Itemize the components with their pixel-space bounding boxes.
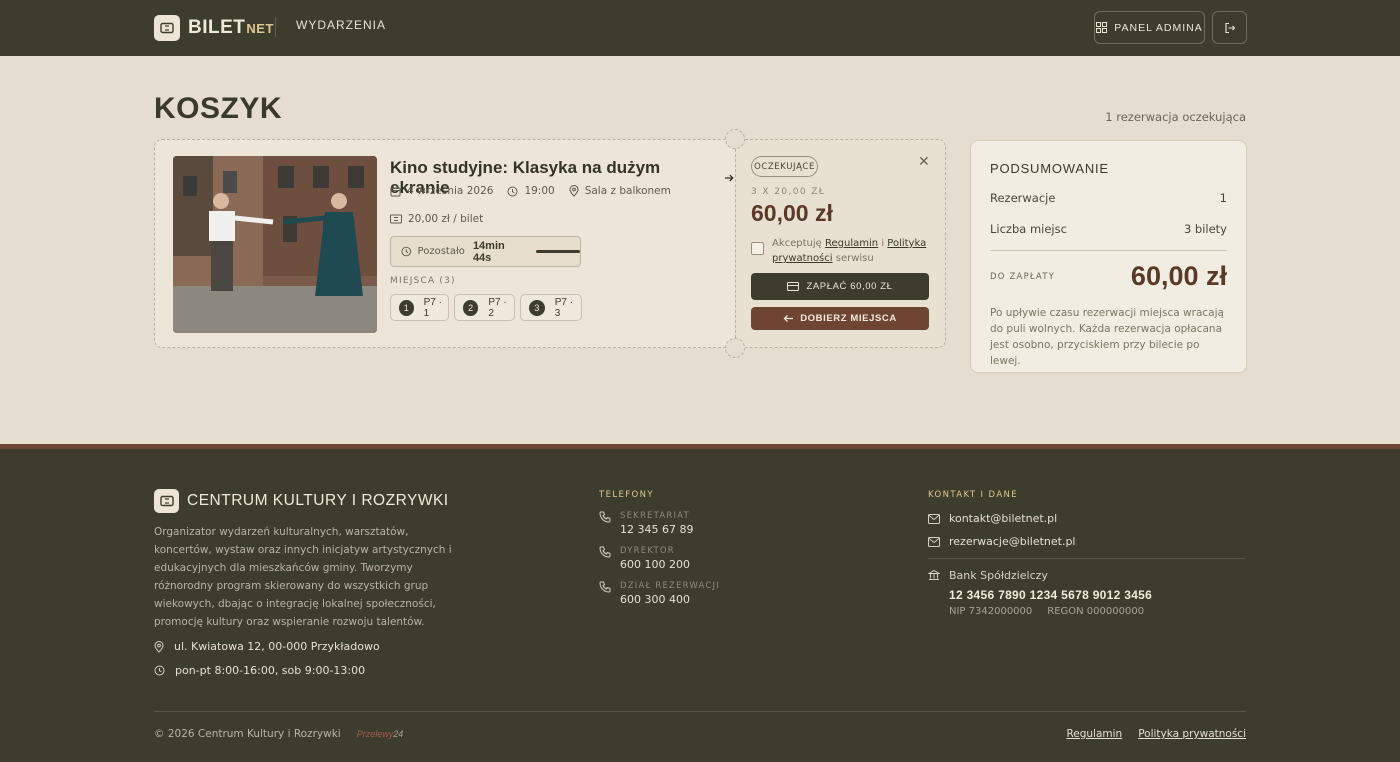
timer-progress-bar — [535, 250, 580, 253]
ticket-price: 20,00 zł / bilet — [390, 213, 483, 225]
logout-button[interactable] — [1212, 11, 1247, 44]
logout-icon — [1224, 22, 1235, 33]
top-header: BILETNET WYDARZENIA PANEL ADMINA — [0, 0, 1400, 56]
page-title: KOSZYK — [154, 92, 283, 125]
org-address: ul. Kwiatowa 12, 00-000 Przykładowo — [154, 640, 380, 653]
org-hours: pon-pt 8:00-16:00, sob 9:00-13:00 — [154, 664, 365, 677]
summary-divider — [990, 250, 1227, 251]
ticket-notch — [725, 338, 745, 358]
location-pin-icon — [154, 640, 164, 653]
amount-due: 60,00 zł — [1130, 261, 1227, 291]
seat-chip: 1 P7 · 1 — [390, 294, 449, 321]
order-summary: PODSUMOWANIE Rezerwacje 1 Liczba miejsc … — [970, 140, 1247, 373]
phone-icon — [599, 546, 611, 558]
payment-provider-logo: Przelewy24 — [356, 729, 404, 739]
location-pin-icon — [569, 185, 579, 197]
seat-list: 1 P7 · 1 2 P7 · 2 3 P7 · 3 — [390, 294, 582, 321]
summary-title: PODSUMOWANIE — [990, 161, 1109, 176]
seat-chip: 2 P7 · 2 — [454, 294, 515, 321]
copyright: © 2026 Centrum Kultury i Rozrywki Przele… — [154, 728, 404, 740]
org-name: CENTRUM KULTURY I ROZRYWKI — [187, 492, 449, 509]
logo-text: BILETNET — [188, 17, 274, 38]
terms-link[interactable]: Regulamin — [825, 238, 878, 249]
reservation-timer: Pozostało 14min 44s — [390, 236, 581, 267]
clock-icon — [154, 665, 165, 676]
accept-terms: Akceptuję Regulamin i Polityka prywatnoś… — [751, 236, 931, 266]
phone-icon — [599, 581, 611, 593]
summary-row-seats: Liczba miejsc 3 bilety — [990, 222, 1227, 236]
summary-row-reservations: Rezerwacje 1 — [990, 191, 1227, 205]
nav-events-link[interactable]: WYDARZENIA — [296, 18, 386, 32]
event-meta: 4 września 2026 19:00 Sala z balkonem — [390, 185, 671, 197]
phone-entry[interactable]: SEKRETARIAT 12 345 67 89 — [599, 511, 693, 536]
phone-entry[interactable]: DYREKTOR 600 100 200 — [599, 546, 690, 571]
mail-icon — [928, 513, 940, 524]
footer-links: Regulamin Polityka prywatności — [1066, 728, 1246, 740]
footer-terms-link[interactable]: Regulamin — [1066, 728, 1122, 740]
org-description: Organizator wydarzeń kulturalnych, warsz… — [154, 526, 452, 628]
event-time: 19:00 — [524, 185, 555, 197]
accept-terms-checkbox[interactable] — [751, 242, 764, 255]
ticket-notch — [725, 129, 745, 149]
ticket-icon — [154, 15, 180, 41]
phone-entry[interactable]: DZIAŁ REZERWACJI 600 300 400 — [599, 581, 720, 606]
phone-icon — [599, 511, 611, 523]
footer-divider — [928, 558, 1246, 559]
contact-title: KONTAKT I DANE — [928, 490, 1019, 500]
logo[interactable]: BILETNET — [154, 15, 274, 41]
bank-account: 12 3456 7890 1234 5678 9012 3456 — [949, 588, 1153, 602]
phones-title: TELEFONY — [599, 490, 654, 500]
mail-icon — [928, 536, 940, 547]
bank-icon — [928, 569, 940, 580]
status-badge: OCZEKUJĄCE — [751, 156, 818, 177]
event-date: 4 września 2026 — [407, 185, 494, 197]
footer: CENTRUM KULTURY I ROZRYWKI Organizator w… — [0, 449, 1400, 762]
pay-button[interactable]: ZAPŁAĆ 60,00 ZŁ — [751, 273, 929, 300]
grid-icon — [1096, 22, 1108, 33]
clock-icon — [401, 246, 412, 257]
pending-count: 1 rezerwacja oczekująca — [1105, 110, 1246, 124]
reservation-total: 60,00 zł — [751, 200, 833, 226]
ticket-icon — [154, 489, 179, 513]
clock-icon — [507, 186, 518, 196]
summary-note: Po upływie czasu rezerwacji miejsca wrac… — [990, 307, 1224, 367]
ticket-icon — [390, 214, 402, 224]
event-photo — [173, 156, 377, 333]
header-divider — [275, 17, 276, 37]
arrow-left-icon — [783, 315, 794, 322]
close-icon[interactable]: ✕ — [918, 154, 930, 170]
email-link[interactable]: rezerwacje@biletnet.pl — [928, 535, 1075, 548]
arrow-right-icon — [725, 174, 734, 182]
seats-label: MIEJSCA (3) — [390, 276, 456, 286]
ticket-main: Kino studyjne: Klasyka na dużym ekranie … — [154, 139, 735, 348]
quantity-line: 3 X 20,00 ZŁ — [751, 187, 826, 197]
timer-value: 14min 44s — [472, 239, 505, 264]
email-link[interactable]: kontakt@biletnet.pl — [928, 512, 1057, 525]
card-icon — [787, 282, 800, 291]
footer-privacy-link[interactable]: Polityka prywatności — [1138, 728, 1246, 740]
bank-info: Bank Spółdzielczy 12 3456 7890 1234 5678… — [928, 569, 1152, 617]
footer-bottom-divider — [154, 711, 1246, 712]
amount-due-label: DO ZAPŁATY — [990, 272, 1056, 282]
event-venue: Sala z balkonem — [584, 185, 671, 197]
reservation-ticket: Kino studyjne: Klasyka na dużym ekranie … — [154, 129, 946, 358]
admin-panel-button[interactable]: PANEL ADMINA — [1094, 11, 1205, 44]
calendar-icon — [390, 186, 401, 196]
footer-logo: CENTRUM KULTURY I ROZRYWKI — [154, 489, 449, 513]
seat-chip: 3 P7 · 3 — [520, 294, 582, 321]
add-seats-button[interactable]: DOBIERZ MIEJSCA — [751, 307, 929, 330]
